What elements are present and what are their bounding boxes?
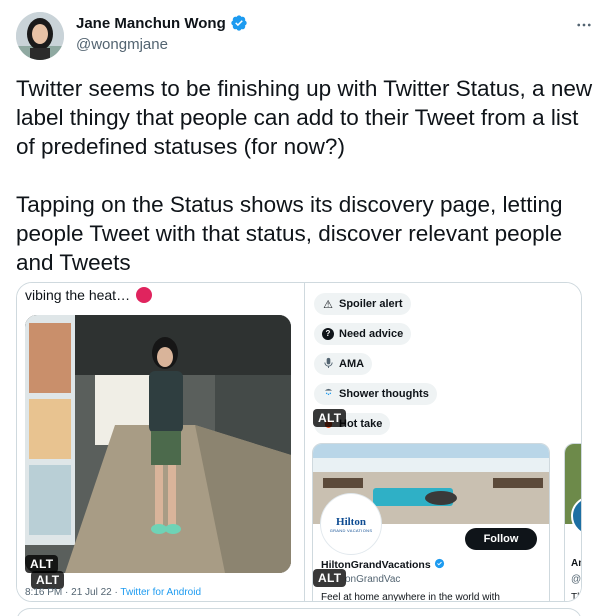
timestamp: 8:16 PM · 21 Jul 22 · <box>25 587 121 598</box>
status-row: AMA <box>314 353 437 383</box>
ellipsis-icon[interactable] <box>573 14 595 36</box>
selfie-photo[interactable] <box>25 315 291 573</box>
suggested-account-card-partial[interactable]: Am @A The <box>564 443 582 602</box>
tweet-header: Jane Manchun Wong @wongmjane <box>16 12 599 60</box>
status-chip-shower-thoughts[interactable]: Shower thoughts <box>314 383 437 405</box>
shower-icon <box>322 387 334 401</box>
timestamp-line: 8:16 PM · 21 Jul 22 · Twitter for Androi… <box>25 587 201 598</box>
avatar[interactable] <box>16 12 64 60</box>
status-chip-ama[interactable]: AMA <box>314 353 373 375</box>
status-row-partial <box>314 283 437 293</box>
embedded-tweet-caption: vibing the heat… <box>25 287 153 303</box>
media-grid: vibing the heat… ALT ALT 8:16 PM · 21 Ju… <box>16 282 582 602</box>
next-tweet-edge <box>16 608 582 616</box>
handle[interactable]: @wongmjane <box>76 36 248 53</box>
status-label: Need advice <box>339 328 404 340</box>
display-name[interactable]: Jane Manchun Wong <box>76 15 226 32</box>
status-label: AMA <box>339 358 365 370</box>
alt-badge-right-bottom[interactable]: ALT <box>313 569 347 587</box>
author-names: Jane Manchun Wong @wongmjane <box>76 14 248 53</box>
card-description: Feel at home anywhere in the world with <box>321 592 500 602</box>
question-icon: ? <box>322 328 334 340</box>
microphone-icon <box>322 357 334 371</box>
status-row: ⚠ Spoiler alert <box>314 293 437 323</box>
tweet-text: Twitter seems to be finishing up with Tw… <box>16 76 593 275</box>
status-chip-need-advice[interactable]: ? Need advice <box>314 323 412 345</box>
alt-badge-right-top[interactable]: ALT <box>313 409 347 427</box>
card-handle-text: onGrandVac <box>345 574 401 585</box>
verified-badge-icon <box>230 14 248 32</box>
follow-button[interactable]: Follow <box>465 528 537 550</box>
status-label: Spoiler alert <box>339 298 403 310</box>
hilton-logo: Hilton <box>336 515 366 528</box>
face-emoji-icon <box>136 287 153 303</box>
hilton-logo-avatar[interactable]: Hilton GRAND VACATIONS <box>321 494 381 554</box>
card2-name: Am <box>571 558 581 569</box>
card2-handle: @A <box>571 574 582 585</box>
display-name-row: Jane Manchun Wong <box>76 14 248 32</box>
media-screenshot-right[interactable]: ⚠ Spoiler alert ? Need advice AMA Shower… <box>306 283 582 602</box>
source-link[interactable]: Twitter for Android <box>120 587 201 598</box>
warning-icon: ⚠ <box>323 298 333 311</box>
suggested-account-card[interactable]: Hilton GRAND VACATIONS Follow HiltonGran… <box>312 443 550 602</box>
status-chip-spoiler-alert[interactable]: ⚠ Spoiler alert <box>314 293 411 315</box>
status-label: Shower thoughts <box>339 388 429 400</box>
verified-badge-icon <box>434 558 445 572</box>
media-screenshot-left[interactable]: vibing the heat… ALT ALT 8:16 PM · 21 Ju… <box>17 283 305 601</box>
status-row: ? Need advice <box>314 323 437 353</box>
card2-description: The <box>571 592 581 602</box>
caption-text: vibing the heat… <box>25 287 131 303</box>
hilton-logo-sub: GRAND VACATIONS <box>329 527 373 533</box>
